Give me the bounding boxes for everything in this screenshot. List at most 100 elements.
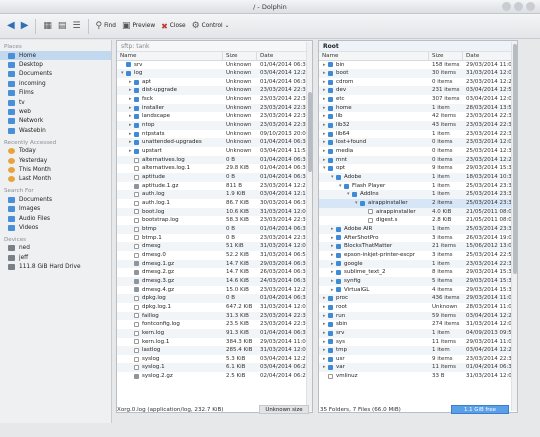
table-row[interactable]: ▸ var 11 items 01/04/2014 06:34 [319,363,517,373]
table-row[interactable]: ▸ upstart Unknown 03/04/2014 11:56 [117,147,312,156]
table-row[interactable]: ▸ VirtualGL 4 items 29/03/2014 15:34 [319,286,517,295]
table-row[interactable]: ▾ log Unknown 03/04/2014 12:23 [117,69,312,78]
table-row[interactable]: ▸ epson-inkjet-printer-escpr 3 items 25/03/… [319,251,517,260]
table-row[interactable]: ▸ BlocksThatMatter 21 items 15/06/2012 13:0… [319,242,517,251]
table-row[interactable]: digest.s 2.8 KiB 21/05/2011 08:03 [319,216,517,225]
right-file-pane[interactable]: Root Name Size Date ▸ bin 158 items 29/03/2… [318,40,518,413]
table-row[interactable]: ▸ dist-upgrade Unknown 23/03/2014 22:38 [117,86,312,96]
table-row[interactable]: ▸ sbin 274 items 31/03/2014 12:02 [319,320,517,329]
table-row[interactable]: btmp.1 0 B 23/03/2014 22:38 [117,234,312,243]
table-row[interactable]: dmesg 51 KiB 31/03/2014 12:02 [117,242,312,251]
table-row[interactable]: ▸ home 1 item 28/03/2014 13:58 [319,103,517,113]
table-row[interactable]: ▸ synfig 5 items 29/03/2014 15:34 [319,276,517,286]
table-row[interactable]: ▸ landscape Unknown 23/03/2014 22:38 [117,112,312,121]
table-row[interactable]: ▸ srv 1 item 04/09/2013 09:56 [319,328,517,338]
table-row[interactable]: ▸ ntpstats Unknown 09/10/2013 20:06 [117,130,312,139]
minimize-button[interactable] [502,2,511,11]
place-item[interactable]: Home [0,51,111,61]
date-column-header[interactable]: Date [463,52,513,60]
table-row[interactable]: ▾ airappinstaller 2 items 25/03/2014 23:38 [319,199,517,208]
table-row[interactable]: ▾ AddIns 1 item 25/03/2014 23:38 [319,190,517,199]
compact-view-button[interactable]: ▤ [56,18,69,34]
find-button[interactable]: ⚲ Find [94,18,118,34]
table-row[interactable]: ▸ installer Unknown 23/03/2014 22:38 [117,103,312,113]
table-row[interactable]: ▸ dev 231 items 03/04/2014 12:51 [319,86,517,96]
table-row[interactable]: ▸ mnt 0 items 23/03/2014 12:24 [319,155,517,165]
table-row[interactable]: ▸ unattended-upgrades Unknown 01/04/2014 06… [117,138,312,148]
table-row[interactable]: ▸ sys 11 items 29/03/2014 11:02 [319,338,517,347]
table-row[interactable]: ▸ bin 158 items 29/03/2014 11:02 [319,61,517,70]
place-item[interactable]: Wastebin [0,126,111,135]
place-item[interactable]: Images [0,204,111,213]
table-row[interactable]: ▸ lib32 43 items 23/03/2014 22:38 [319,121,517,130]
table-row[interactable]: boot.log 10.6 KiB 31/03/2014 12:02 [117,207,312,217]
table-row[interactable]: ▸ media 0 items 25/03/2014 12:34 [319,147,517,156]
table-row[interactable]: faillog 31.3 KiB 23/03/2014 22:38 [117,311,312,321]
place-item[interactable]: This Month [0,165,111,174]
date-column-header[interactable]: Date [257,52,308,60]
table-row[interactable]: lastlog 285.4 KiB 31/03/2014 12:03 [117,346,312,355]
table-row[interactable]: ▸ cdrom 0 items 23/03/2014 12:23 [319,78,517,87]
table-row[interactable]: srv Unknown 01/04/2014 06:34 [117,61,312,70]
table-row[interactable]: ▸ lib64 1 item 23/03/2014 22:38 [319,130,517,139]
table-row[interactable]: ▸ root Unknown 28/03/2014 11:07 [319,303,517,312]
table-row[interactable]: ▸ lib 42 items 23/03/2014 22:38 [319,112,517,121]
table-row[interactable]: ▸ boot 30 items 31/03/2014 12:02 [319,69,517,78]
table-row[interactable]: bootstrap.log 58.3 KiB 23/03/2014 22:38 [117,216,312,225]
table-row[interactable]: dmesg.2.gz 14.7 KiB 26/03/2014 06:32 [117,268,312,277]
table-row[interactable]: alternatives.log 0 B 01/04/2014 06:34 [117,155,312,165]
place-item[interactable]: Documents [0,195,111,204]
table-row[interactable]: auth.log 1.9 KiB 03/04/2014 12:17 [117,190,312,199]
scrollbar-thumb[interactable] [308,92,312,172]
table-row[interactable]: ▾ Adobe 1 item 18/03/2014 10:34 [319,173,517,182]
close-window-button[interactable] [526,2,535,11]
table-row[interactable]: dmesg.3.gz 14.6 KiB 24/03/2014 06:32 [117,276,312,286]
name-column-header[interactable]: Name [117,52,223,60]
back-button[interactable]: ◀ [5,18,17,34]
table-row[interactable]: dpkg.log.1 647.2 KiB 31/03/2014 12:02 [117,303,312,312]
left-file-pane[interactable]: sftp: tank Name Size Date srv Unknown 01/0… [116,40,313,413]
name-column-header[interactable]: Name [319,52,429,60]
table-row[interactable]: btmp 0 B 01/04/2014 06:34 [117,224,312,234]
table-row[interactable]: ▸ usr 9 items 23/03/2014 22:38 [319,355,517,364]
place-item[interactable]: ned [0,244,111,253]
table-row[interactable]: airappinstaller 4.0 KiB 21/05/2011 08:03 [319,207,517,217]
left-scrollbar[interactable] [306,42,312,411]
maximize-button[interactable] [514,2,523,11]
table-row[interactable]: ▸ etc 307 items 03/04/2014 12:09 [319,95,517,104]
table-row[interactable]: fontconfig.log 23.5 KiB 23/03/2014 22:38 [117,320,312,329]
size-column-header[interactable]: Size [429,52,463,60]
table-row[interactable]: dmesg.1.gz 14.7 KiB 29/03/2014 06:32 [117,259,312,269]
table-row[interactable]: alternatives.log.1 29.8 KiB 01/04/2014 06:… [117,164,312,173]
table-row[interactable]: aptitude.1.gz 811 B 23/03/2014 12:22 [117,182,312,191]
place-item[interactable]: Network [0,117,111,126]
control-button[interactable]: ⚙ Control ⌄ [190,18,232,34]
table-row[interactable]: ▸ google 1 item 23/03/2014 22:35 [319,259,517,269]
table-row[interactable]: kern.log 91.3 KiB 01/04/2014 06:34 [117,328,312,338]
table-row[interactable]: kern.log.1 384.3 KiB 29/03/2014 11:05 [117,338,312,347]
right-scrollbar[interactable] [511,42,517,411]
table-row[interactable]: ▸ proc 436 items 29/03/2014 11:02 [319,294,517,303]
table-row[interactable]: ▸ lost+found 0 items 23/03/2014 12:09 [319,138,517,148]
table-row[interactable]: syslog.1 6.1 KiB 03/04/2014 06:25 [117,363,312,373]
table-row[interactable]: ▸ sublime_text_2 8 items 29/03/2014 15:34 [319,268,517,277]
place-item[interactable]: tv [0,98,111,107]
table-row[interactable]: ▸ ntop Unknown 23/03/2014 22:38 [117,121,312,130]
table-row[interactable]: syslog 5.3 KiB 03/04/2014 12:23 [117,355,312,364]
icons-view-button[interactable]: ▦ [41,18,54,34]
details-view-button[interactable]: ☰ [70,18,82,34]
place-item[interactable]: Videos [0,223,111,232]
size-column-header[interactable]: Size [223,52,257,60]
table-row[interactable]: auth.log.1 86.7 KiB 30/03/2014 06:33 [117,199,312,208]
place-item[interactable]: Audio Files [0,214,111,223]
place-item[interactable]: Desktop [0,60,111,69]
scrollbar-thumb[interactable] [513,44,517,274]
table-row[interactable]: dmesg.0 52.2 KiB 31/03/2014 06:55 [117,251,312,260]
table-row[interactable]: dmesg.4.gz 15.0 KiB 23/03/2014 12:22 [117,286,312,295]
right-location-bar[interactable]: Root [319,41,517,52]
preview-button[interactable]: ▣ Preview [120,18,157,34]
table-row[interactable]: ▸ fsck Unknown 23/03/2014 22:38 [117,95,312,104]
table-row[interactable]: dpkg.log 0 B 01/04/2014 06:34 [117,294,312,303]
table-row[interactable]: ▸ apt Unknown 01/04/2014 06:34 [117,78,312,87]
table-row[interactable]: ▸ tmp 1 item 03/04/2014 12:22 [319,346,517,355]
